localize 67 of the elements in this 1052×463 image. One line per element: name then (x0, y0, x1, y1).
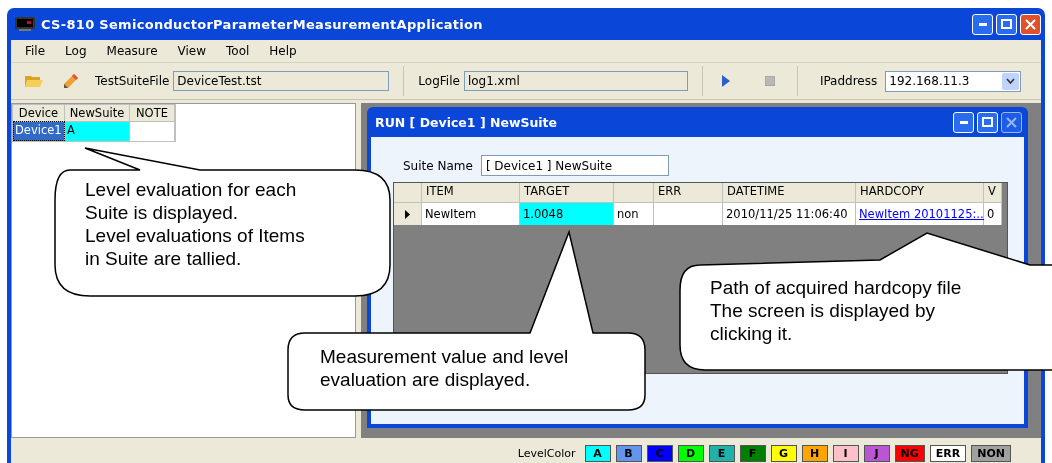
level-color-swatch: I (832, 444, 859, 462)
callout-text: Measurement value and level evaluation are displayed. (320, 345, 569, 391)
maximize-icon (982, 117, 993, 127)
test-suite-file-field[interactable]: DeviceTest.tst (173, 71, 390, 91)
column-header[interactable]: V (984, 183, 1002, 202)
row-header (394, 183, 422, 202)
window-title: CS-810 SemiconductorParameterMeasurementApplication (41, 16, 483, 32)
menu-item[interactable]: Measure (96, 44, 168, 58)
column-header[interactable]: DATETIME (723, 183, 856, 202)
monitor-icon (15, 17, 35, 31)
play-icon[interactable] (720, 75, 731, 87)
minimize-button[interactable] (953, 111, 974, 133)
suite-name-label: Suite Name (403, 158, 473, 173)
device-cell[interactable]: Device1 (13, 121, 65, 141)
level-color-swatch: F (739, 444, 766, 462)
maximize-button[interactable] (996, 13, 1017, 35)
minimize-icon (959, 120, 968, 124)
column-header[interactable]: Device (13, 105, 65, 121)
level-color-swatch: A (584, 444, 611, 462)
level-color-swatch: B (615, 444, 642, 462)
level-color-swatch: C (646, 444, 673, 462)
callout-text: Path of acquired hardcopy file The screen is displayed by clicking it. (710, 276, 962, 345)
maximize-icon (1001, 19, 1012, 29)
level-color-swatch: H (801, 444, 828, 462)
level-color-swatch: ERR (929, 444, 967, 462)
level-color-label: LevelColor (517, 446, 576, 460)
close-button[interactable] (1020, 13, 1041, 35)
column-header[interactable]: ERR (654, 183, 723, 202)
table-cell: 1.0048 (520, 202, 614, 225)
close-icon (1025, 18, 1036, 30)
ip-address-label: IPaddress (819, 74, 878, 88)
level-color-swatch: J (863, 444, 890, 462)
column-header[interactable]: NOTE (130, 105, 175, 121)
log-file-label: LogFile (418, 74, 460, 88)
menu-item[interactable]: File (15, 44, 56, 58)
column-header[interactable]: TARGET (520, 183, 614, 202)
table-cell (654, 202, 723, 225)
level-cell: A (65, 121, 130, 141)
callout-text: Level evaluation for each Suite is displayed. Level evaluations of Items in Suite are tallied. (85, 178, 305, 270)
column-header[interactable]: NewSuite (65, 105, 130, 121)
pencil-icon[interactable] (63, 73, 79, 89)
level-color-swatch: G (770, 444, 797, 462)
table-cell: non (614, 202, 654, 225)
minimize-icon (978, 22, 987, 26)
ip-address-dropdown[interactable]: 192.168.11.3 (885, 70, 1022, 92)
menu-item[interactable]: Tool (216, 44, 260, 58)
column-header[interactable]: HARDCOPY (856, 183, 984, 202)
close-icon (1006, 116, 1017, 128)
table-cell: 2010/11/25 11:06:40 (723, 202, 856, 225)
row-header[interactable] (394, 202, 422, 225)
level-color-swatch: E (708, 444, 735, 462)
test-suite-file-label: TestSuiteFile (95, 74, 170, 88)
minimize-button[interactable] (972, 13, 993, 35)
column-header[interactable]: ITEM (422, 183, 520, 202)
level-color-swatch: NG (894, 444, 925, 462)
menu-item[interactable]: View (167, 44, 216, 58)
chevron-down-icon (1006, 78, 1016, 84)
table-cell: NewItem (422, 202, 520, 225)
window-title: RUN [ Device1 ] NewSuite (375, 114, 558, 130)
menu-item[interactable]: Help (259, 44, 307, 58)
menu-item[interactable]: Log (55, 44, 97, 58)
close-button[interactable] (1001, 111, 1022, 133)
suite-name-field[interactable]: [ Device1 ] NewSuite (480, 155, 669, 176)
level-color-swatch: D (677, 444, 704, 462)
maximize-button[interactable] (977, 111, 998, 133)
log-file-field[interactable]: log1.xml (463, 71, 688, 91)
level-color-swatch: NON (971, 444, 1011, 462)
